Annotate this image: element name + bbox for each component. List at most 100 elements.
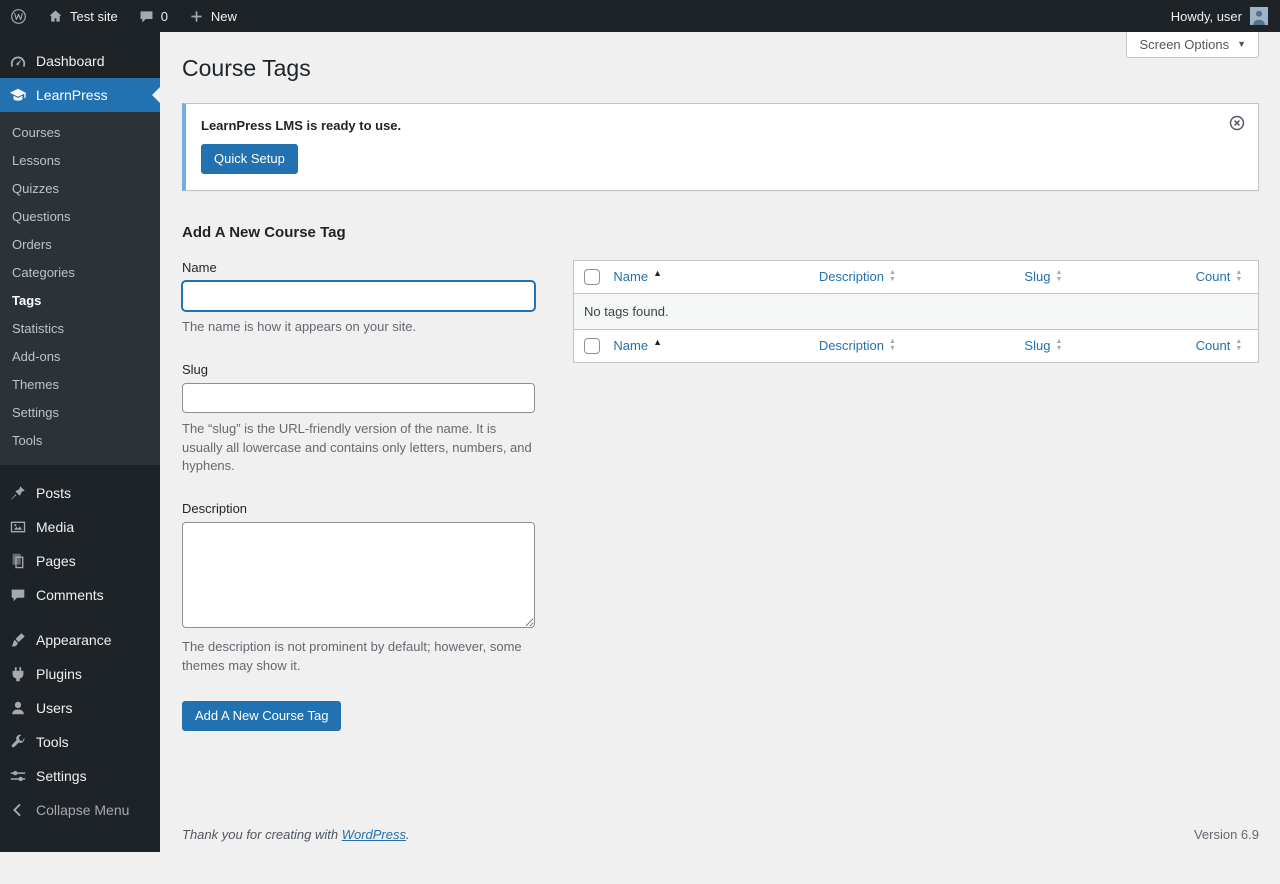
wrench-icon bbox=[8, 732, 28, 752]
sidebar-item-posts[interactable]: Posts bbox=[0, 476, 160, 510]
screen-options-label: Screen Options bbox=[1139, 37, 1229, 52]
column-footer-count[interactable]: Count ▲▼ bbox=[1186, 329, 1259, 362]
slug-label: Slug bbox=[182, 362, 535, 377]
sidebar-item-label: Settings bbox=[36, 768, 87, 784]
collapse-arrow-icon bbox=[8, 800, 28, 820]
column-label: Slug bbox=[1024, 338, 1050, 353]
wordpress-link[interactable]: WordPress bbox=[342, 827, 406, 842]
admin-bar-site-name[interactable]: Test site bbox=[37, 0, 128, 32]
dismiss-notice-button[interactable] bbox=[1228, 113, 1248, 133]
description-textarea[interactable] bbox=[182, 522, 535, 628]
submenu-item-tools[interactable]: Tools bbox=[0, 427, 160, 455]
quick-setup-button[interactable]: Quick Setup bbox=[201, 144, 298, 174]
sort-icon: ▲▼ bbox=[1055, 270, 1062, 283]
plug-icon bbox=[8, 664, 28, 684]
submenu-item-statistics[interactable]: Statistics bbox=[0, 315, 160, 343]
sort-icon: ▲▼ bbox=[889, 339, 896, 352]
sidebar-item-plugins[interactable]: Plugins bbox=[0, 657, 160, 691]
name-input[interactable] bbox=[182, 281, 535, 311]
slug-input[interactable] bbox=[182, 383, 535, 413]
tags-table-container: Name ▲▼ Description ▲▼ S bbox=[573, 260, 1259, 363]
submenu-item-addons[interactable]: Add-ons bbox=[0, 343, 160, 371]
description-label: Description bbox=[182, 501, 535, 516]
main-content: Screen Options ▼ Course Tags LearnPress … bbox=[160, 32, 1280, 852]
column-header-count[interactable]: Count ▲▼ bbox=[1186, 260, 1259, 293]
name-label: Name bbox=[182, 260, 535, 275]
sort-ascending-icon: ▲▼ bbox=[653, 339, 662, 352]
comments-count: 0 bbox=[161, 9, 168, 24]
column-footer-name[interactable]: Name ▲▼ bbox=[603, 329, 809, 362]
wordpress-logo-icon bbox=[10, 8, 27, 25]
sidebar-item-learnpress[interactable]: LearnPress bbox=[0, 78, 160, 112]
footer-thanks: Thank you for creating with WordPress. bbox=[182, 827, 410, 842]
add-tag-submit-button[interactable]: Add A New Course Tag bbox=[182, 701, 341, 731]
brush-icon bbox=[8, 630, 28, 650]
submenu-item-themes[interactable]: Themes bbox=[0, 371, 160, 399]
empty-row: No tags found. bbox=[574, 293, 1259, 329]
wordpress-logo-button[interactable] bbox=[0, 0, 37, 32]
column-header-slug[interactable]: Slug ▲▼ bbox=[1014, 260, 1185, 293]
screen-options-button[interactable]: Screen Options ▼ bbox=[1126, 32, 1259, 58]
column-header-name[interactable]: Name ▲▼ bbox=[603, 260, 809, 293]
sidebar-item-label: LearnPress bbox=[36, 87, 108, 103]
sidebar-item-dashboard[interactable]: Dashboard bbox=[0, 44, 160, 78]
sidebar-item-label: Users bbox=[36, 700, 73, 716]
column-label: Name bbox=[613, 269, 648, 284]
column-footer-description[interactable]: Description ▲▼ bbox=[809, 329, 1015, 362]
submenu-item-orders[interactable]: Orders bbox=[0, 231, 160, 259]
submenu-item-questions[interactable]: Questions bbox=[0, 203, 160, 231]
howdy-text: Howdy, user bbox=[1171, 9, 1242, 24]
sidebar-item-appearance[interactable]: Appearance bbox=[0, 623, 160, 657]
submenu-item-tags[interactable]: Tags bbox=[0, 287, 160, 315]
footer-version: Version 6.9 bbox=[1194, 827, 1259, 842]
select-all-checkbox[interactable] bbox=[584, 269, 600, 285]
learnpress-notice: LearnPress LMS is ready to use. Quick Se… bbox=[182, 103, 1259, 191]
submenu-item-courses[interactable]: Courses bbox=[0, 119, 160, 147]
sidebar-item-pages[interactable]: Pages bbox=[0, 544, 160, 578]
sort-ascending-icon: ▲▼ bbox=[653, 270, 662, 283]
submenu-item-settings[interactable]: Settings bbox=[0, 399, 160, 427]
sidebar-item-media[interactable]: Media bbox=[0, 510, 160, 544]
notice-message: LearnPress LMS is ready to use. bbox=[201, 118, 1214, 133]
dashboard-icon bbox=[8, 51, 28, 71]
sort-icon: ▲▼ bbox=[1235, 270, 1242, 283]
sort-icon: ▲▼ bbox=[1055, 339, 1062, 352]
admin-bar-comments[interactable]: 0 bbox=[128, 0, 178, 32]
select-all-checkbox[interactable] bbox=[584, 338, 600, 354]
admin-bar: Test site 0 New Howdy, user bbox=[0, 0, 1280, 32]
table-header-row: Name ▲▼ Description ▲▼ S bbox=[574, 260, 1259, 293]
chevron-down-icon: ▼ bbox=[1237, 40, 1246, 49]
sidebar-item-label: Comments bbox=[36, 587, 104, 603]
tags-table: Name ▲▼ Description ▲▼ S bbox=[573, 260, 1259, 363]
name-help-text: The name is how it appears on your site. bbox=[182, 318, 535, 337]
submit-row: Add A New Course Tag bbox=[182, 701, 535, 731]
pushpin-icon bbox=[8, 483, 28, 503]
sidebar-item-label: Dashboard bbox=[36, 53, 105, 69]
menu-separator bbox=[0, 612, 160, 623]
footer-thanks-text: Thank you for creating with bbox=[182, 827, 342, 842]
sidebar-item-users[interactable]: Users bbox=[0, 691, 160, 725]
comments-icon bbox=[8, 585, 28, 605]
sidebar-item-comments[interactable]: Comments bbox=[0, 578, 160, 612]
sidebar-item-label: Plugins bbox=[36, 666, 82, 682]
sidebar-item-settings[interactable]: Settings bbox=[0, 759, 160, 793]
admin-menu: Dashboard LearnPress Courses Lessons Qui… bbox=[0, 32, 160, 852]
column-label: Count bbox=[1196, 338, 1231, 353]
admin-bar-new[interactable]: New bbox=[178, 0, 247, 32]
circle-close-icon bbox=[1228, 114, 1248, 132]
user-avatar bbox=[1250, 7, 1268, 25]
description-help-text: The description is not prominent by defa… bbox=[182, 638, 535, 676]
column-footer-slug[interactable]: Slug ▲▼ bbox=[1014, 329, 1185, 362]
collapse-menu-button[interactable]: Collapse Menu bbox=[0, 793, 160, 827]
sidebar-item-label: Pages bbox=[36, 553, 76, 569]
page-title: Course Tags bbox=[182, 32, 1259, 83]
admin-bar-account[interactable]: Howdy, user bbox=[1159, 0, 1280, 32]
add-tag-heading: Add A New Course Tag bbox=[182, 224, 1259, 241]
sort-icon: ▲▼ bbox=[1235, 339, 1242, 352]
submenu-item-categories[interactable]: Categories bbox=[0, 259, 160, 287]
submenu-item-lessons[interactable]: Lessons bbox=[0, 147, 160, 175]
sidebar-item-tools[interactable]: Tools bbox=[0, 725, 160, 759]
submenu-item-quizzes[interactable]: Quizzes bbox=[0, 175, 160, 203]
learnpress-submenu: Courses Lessons Quizzes Questions Orders… bbox=[0, 112, 160, 465]
column-header-description[interactable]: Description ▲▼ bbox=[809, 260, 1015, 293]
